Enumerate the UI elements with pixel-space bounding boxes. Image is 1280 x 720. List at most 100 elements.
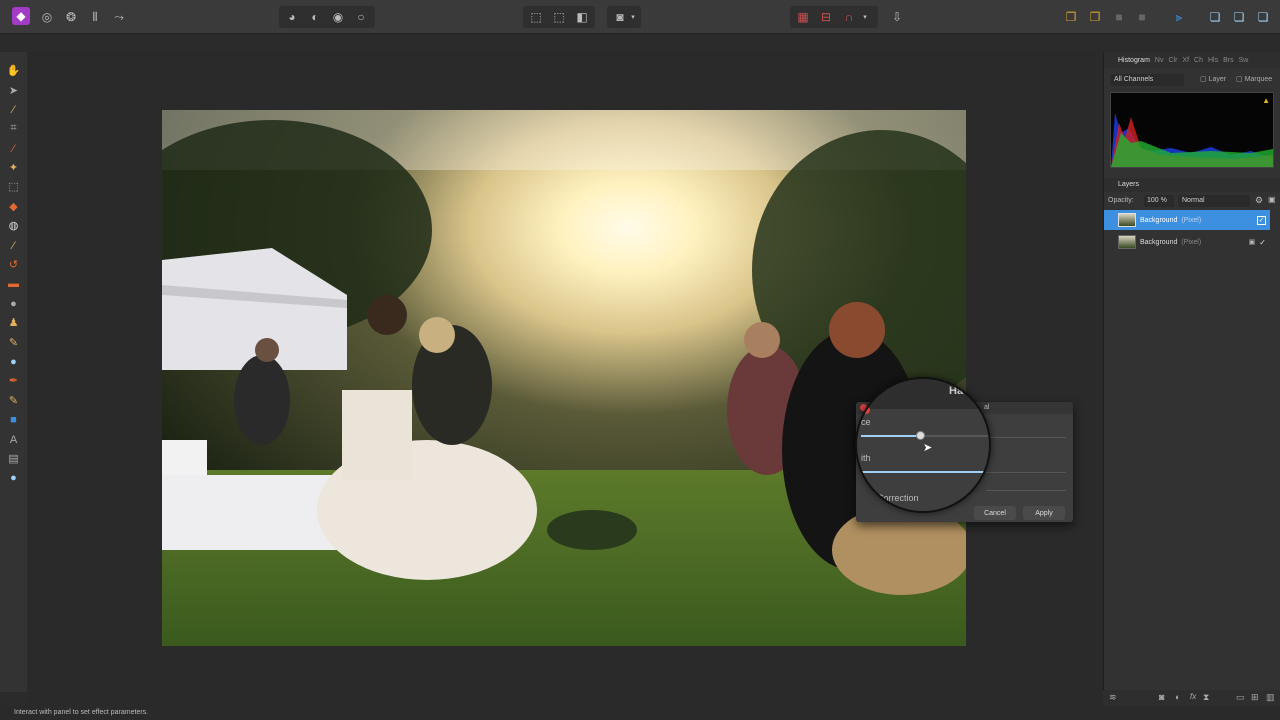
tab-navigator[interactable]: Nv bbox=[1155, 57, 1164, 64]
marquee-tool-icon[interactable]: ⬚ bbox=[5, 178, 22, 195]
auto-white-balance-icon[interactable]: ○ bbox=[352, 8, 370, 26]
layer-row[interactable]: Background (Pixel) ✓ bbox=[1104, 210, 1270, 230]
opacity-label: Opacity: bbox=[1108, 197, 1134, 204]
slider-track[interactable] bbox=[986, 472, 1066, 473]
histogram-tabs: Histogram Nv Clr Xf Ch Hls Brs Sw bbox=[1104, 52, 1280, 68]
document-photo[interactable] bbox=[162, 110, 966, 646]
tools-panel: ✋ ➤ ⁄ ⌗ ⁄ ✦ ⬚ ◆ ◍ ⁄ ↺ ▬ ● ♟ ✎ ● ✒ ✎ ■ A … bbox=[0, 52, 27, 692]
layer-thumbnail bbox=[1118, 235, 1136, 249]
gradient-icon[interactable]: ◍ bbox=[5, 217, 22, 234]
lock-icon[interactable]: ▣ bbox=[1249, 238, 1256, 246]
marquee-icon[interactable]: ⬚ bbox=[527, 8, 545, 26]
blend-mode-select[interactable]: Normal bbox=[1178, 195, 1250, 207]
boolean-add-icon[interactable]: ❏ bbox=[1206, 8, 1224, 26]
layer-name: Background bbox=[1140, 216, 1178, 224]
apply-button[interactable]: Apply bbox=[1023, 506, 1065, 520]
magnified-close-icon bbox=[862, 406, 870, 414]
grid-icon[interactable]: ▦ bbox=[794, 8, 812, 26]
magnified-label-2: ith bbox=[861, 453, 871, 463]
affinity-photo-logo-icon[interactable]: ◆ bbox=[12, 7, 30, 25]
slider-track[interactable] bbox=[986, 437, 1066, 438]
tab-channels[interactable]: Ch bbox=[1194, 57, 1203, 64]
marquee-option[interactable]: ▢ Marquee bbox=[1236, 75, 1272, 83]
magnifier-lens: Ha ce ➤ ith Correction ◐ ◧ bbox=[855, 377, 991, 513]
tab-brushes[interactable]: Brs bbox=[1223, 57, 1234, 64]
status-hint: Interact with panel to set effect parame… bbox=[14, 709, 149, 716]
histogram-curve bbox=[1111, 113, 1273, 167]
deselect-icon[interactable]: ⬚ bbox=[550, 8, 568, 26]
arrange-front-icon[interactable]: ❐ bbox=[1062, 8, 1080, 26]
rectangle-tool-icon[interactable]: ■ bbox=[5, 411, 22, 428]
auto-colors-icon[interactable]: ◉ bbox=[329, 8, 347, 26]
layer-option[interactable]: ▢ Layer bbox=[1200, 75, 1226, 83]
tab-history[interactable]: Hls bbox=[1208, 57, 1218, 64]
view-tool-hand-icon[interactable]: ✋ bbox=[5, 62, 22, 79]
flood-fill-icon[interactable]: ◆ bbox=[5, 198, 22, 215]
export-persona-icon[interactable]: ⤳ bbox=[110, 8, 128, 26]
magnet-icon[interactable]: ∩ bbox=[840, 8, 858, 26]
trash-icon[interactable]: ▥ bbox=[1266, 692, 1275, 703]
tab-histogram[interactable]: Histogram bbox=[1118, 57, 1150, 64]
move-tool-icon[interactable]: ➤ bbox=[5, 82, 22, 99]
tab-swatches[interactable]: Sw bbox=[1239, 57, 1249, 64]
layers-footer: ≋ ◙ ◐ fx ⧗ ▭ ⊞ ▥ bbox=[1103, 690, 1280, 706]
snapping-icon[interactable]: ⊟ bbox=[817, 8, 835, 26]
tone-mapping-persona-icon[interactable]: ⫴ bbox=[86, 8, 104, 26]
opacity-field[interactable]: 100 % bbox=[1144, 195, 1174, 207]
selection-brush-icon[interactable]: ✦ bbox=[5, 159, 22, 176]
chevron-down-icon[interactable]: ▾ bbox=[628, 8, 638, 26]
boolean-subtract-icon[interactable]: ❏ bbox=[1230, 8, 1248, 26]
folder-icon[interactable]: ▭ bbox=[1236, 692, 1245, 703]
visibility-checkbox-icon[interactable]: ✓ bbox=[1257, 215, 1266, 225]
develop-persona-icon[interactable]: ❂ bbox=[62, 8, 80, 26]
blur-brush-icon[interactable]: ● bbox=[5, 353, 22, 370]
add-layer-icon[interactable]: ⊞ bbox=[1251, 692, 1259, 703]
pen-tool-icon[interactable]: ✒ bbox=[5, 372, 22, 389]
status-bar: Interact with panel to set effect parame… bbox=[0, 706, 1280, 720]
align-icon[interactable]: ⫸ bbox=[1170, 8, 1188, 26]
channel-select[interactable]: All Channels bbox=[1110, 74, 1184, 86]
mesh-warp-icon[interactable]: ▤ bbox=[5, 450, 22, 467]
arrange-backward-icon[interactable]: ■ bbox=[1133, 8, 1151, 26]
tab-color[interactable]: Clr bbox=[1168, 57, 1177, 64]
arrange-forward-icon[interactable]: ■ bbox=[1110, 8, 1128, 26]
magnified-slider-1 bbox=[861, 435, 989, 437]
adjustment-icon[interactable]: ◐ bbox=[1175, 692, 1180, 702]
paint-brush-icon[interactable]: ⁄ bbox=[5, 140, 22, 157]
layers-stack-icon[interactable]: ≋ bbox=[1109, 692, 1117, 703]
slider-thumb bbox=[916, 431, 925, 440]
pixel-brush-icon[interactable]: ⁄ bbox=[5, 237, 22, 254]
clone-brush-icon[interactable]: ♟ bbox=[5, 314, 22, 331]
quick-mask-icon[interactable]: ◙ bbox=[611, 8, 629, 26]
gear-icon[interactable]: ⚙ bbox=[1255, 195, 1263, 206]
smudge-icon[interactable]: ● bbox=[5, 295, 22, 312]
arrange-back-icon[interactable]: ❐ bbox=[1086, 8, 1104, 26]
visibility-checkbox-icon[interactable]: ✓ bbox=[1259, 238, 1266, 247]
filter-icon[interactable]: ⧗ bbox=[1203, 692, 1209, 703]
slider-track[interactable] bbox=[986, 490, 1066, 491]
healing-brush-icon[interactable]: ✎ bbox=[5, 334, 22, 351]
node-tool-icon[interactable]: ✎ bbox=[5, 392, 22, 409]
fx-icon[interactable]: fx bbox=[1190, 692, 1196, 701]
layer-type: (Pixel) bbox=[1181, 216, 1202, 224]
text-tool-icon[interactable]: A bbox=[5, 431, 22, 448]
mask-icon[interactable]: ◙ bbox=[1159, 692, 1164, 702]
liquify-persona-icon[interactable]: ◎ bbox=[38, 8, 56, 26]
layer-row[interactable]: Background (Pixel) ▣ ✓ bbox=[1104, 232, 1270, 252]
chevron-down-icon[interactable]: ▾ bbox=[860, 8, 870, 26]
auto-levels-icon[interactable]: ◕ bbox=[283, 8, 301, 26]
auto-contrast-icon[interactable]: ◐ bbox=[306, 8, 324, 26]
dodge-brush-icon[interactable]: ▬ bbox=[5, 275, 22, 292]
crop-tool-icon[interactable]: ⌗ bbox=[5, 120, 22, 137]
lock-icon[interactable]: ▣ bbox=[1268, 195, 1276, 204]
cancel-button[interactable]: Cancel bbox=[974, 506, 1016, 520]
boolean-intersect-icon[interactable]: ❏ bbox=[1254, 8, 1272, 26]
zoom-tool-icon[interactable]: ● bbox=[5, 469, 22, 486]
erase-brush-icon[interactable]: ↺ bbox=[5, 256, 22, 273]
assistant-icon[interactable]: ⇩ bbox=[888, 8, 906, 26]
invert-selection-icon[interactable]: ◧ bbox=[573, 8, 591, 26]
tab-transform[interactable]: Xf bbox=[1182, 57, 1189, 64]
magnified-title-strip bbox=[857, 379, 989, 409]
color-picker-icon[interactable]: ⁄ bbox=[5, 101, 22, 118]
magnified-slider-2 bbox=[861, 471, 989, 473]
